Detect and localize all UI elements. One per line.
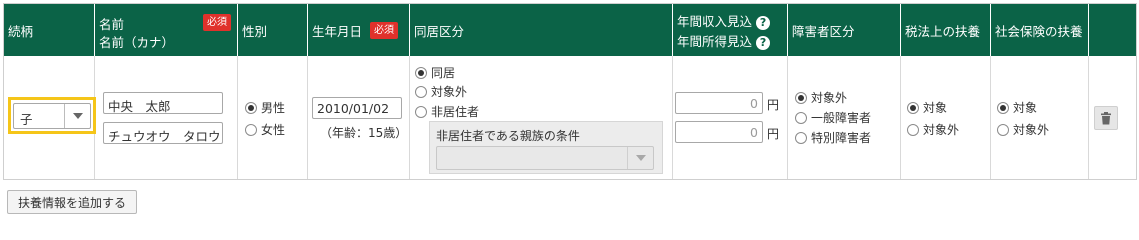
divider	[237, 56, 238, 179]
income-unit: 円	[767, 98, 780, 112]
header-gender-label: 性別	[242, 23, 268, 39]
cohabitation-option-not-applicable[interactable]: 対象外	[415, 83, 467, 100]
divider	[307, 56, 308, 179]
cohabitation-option-living-together[interactable]: 同居	[415, 64, 455, 81]
divider	[900, 56, 901, 179]
gender-option-label: 女性	[261, 123, 286, 137]
header-earnings-line: 年間所得見込?	[677, 31, 771, 50]
gender-option-male[interactable]: 男性	[245, 99, 285, 116]
cohabitation-option-label: 対象外	[431, 85, 468, 99]
header-kana-label: 名前（カナ）	[99, 35, 175, 50]
annual-earnings-input[interactable]: 0	[675, 121, 763, 143]
header-actions	[1089, 4, 1138, 56]
insurance-option-label: 対象外	[1013, 123, 1050, 137]
disability-option-label: 対象外	[811, 91, 848, 105]
nonresident-condition-select[interactable]	[436, 146, 654, 170]
dependents-table: 続柄 名前 必須 名前（カナ） 性別 生年月日 必須 同居区分 年間収入見込? …	[3, 3, 1137, 180]
header-income-label: 年間収入見込	[677, 14, 753, 29]
birthdate-input[interactable]: 2010/01/02	[312, 97, 402, 119]
radio-selected-icon	[415, 66, 427, 79]
radio-icon	[415, 105, 427, 118]
header-insurance-label: 社会保険の扶養	[995, 23, 1083, 39]
header-earnings-label: 年間所得見込	[677, 34, 753, 49]
divider	[990, 56, 991, 179]
tax-option-label: 対象外	[923, 123, 960, 137]
earnings-unit: 円	[767, 127, 780, 141]
divider	[672, 56, 673, 179]
header-income-line: 年間収入見込?	[677, 11, 771, 30]
chevron-down-icon	[627, 147, 653, 169]
tax-option-applicable[interactable]: 対象	[907, 99, 947, 116]
cohabitation-option-label: 同居	[431, 66, 456, 80]
divider	[409, 56, 410, 179]
cohabitation-option-nonresident[interactable]: 非居住者	[415, 103, 479, 120]
radio-icon	[415, 85, 427, 98]
tax-option-not-applicable[interactable]: 対象外	[907, 121, 959, 138]
required-badge: 必須	[370, 21, 399, 39]
disability-option-label: 特別障害者	[811, 131, 872, 145]
divider	[1088, 56, 1089, 179]
delete-row-button[interactable]	[1094, 106, 1118, 130]
disability-option-special[interactable]: 特別障害者	[795, 129, 871, 146]
radio-selected-icon	[997, 101, 1009, 114]
disability-option-none[interactable]: 対象外	[795, 89, 847, 106]
header-gender: 性別	[238, 4, 308, 56]
required-badge: 必須	[203, 14, 231, 31]
name-kana-input[interactable]: チュウオウ タロウ	[103, 122, 223, 144]
nonresident-condition-label: 非居住者である親族の条件	[436, 129, 580, 143]
add-dependent-button[interactable]: 扶養情報を追加する	[7, 190, 138, 214]
radio-selected-icon	[245, 101, 257, 114]
header-birthdate-label: 生年月日	[312, 23, 363, 39]
relation-select[interactable]: 子	[13, 103, 91, 129]
insurance-option-not-applicable[interactable]: 対象外	[997, 121, 1049, 138]
radio-icon	[997, 123, 1009, 136]
header-name: 名前 必須 名前（カナ）	[95, 4, 238, 56]
relation-value: 子	[20, 112, 33, 127]
header-relation-label: 続柄	[8, 23, 34, 39]
disability-option-label: 一般障害者	[811, 111, 872, 125]
header-name-label: 名前	[99, 17, 125, 32]
cohabitation-option-label: 非居住者	[431, 105, 480, 119]
annual-income-input[interactable]: 0	[675, 92, 763, 114]
divider	[787, 56, 788, 179]
nonresident-condition-panel: 非居住者である親族の条件	[429, 121, 663, 174]
gender-option-label: 男性	[261, 101, 286, 115]
gender-option-female[interactable]: 女性	[245, 121, 285, 138]
radio-icon	[795, 131, 807, 144]
name-input[interactable]: 中央 太郎	[103, 92, 223, 114]
tax-option-label: 対象	[923, 101, 948, 115]
trash-icon	[1101, 111, 1111, 124]
chevron-down-icon	[64, 104, 90, 128]
insurance-option-applicable[interactable]: 対象	[997, 99, 1037, 116]
header-income: 年間収入見込? 年間所得見込?	[673, 4, 788, 56]
header-disability-label: 障害者区分	[792, 23, 855, 39]
radio-icon	[245, 123, 257, 136]
header-disability: 障害者区分	[788, 4, 901, 56]
header-birthdate: 生年月日 必須	[308, 4, 410, 56]
header-relation: 続柄	[4, 4, 95, 56]
insurance-option-label: 対象	[1013, 101, 1038, 115]
help-icon[interactable]: ?	[756, 15, 771, 30]
help-icon[interactable]: ?	[756, 35, 771, 50]
header-insurance: 社会保険の扶養	[991, 4, 1089, 56]
age-text: （年齢：15歳）	[320, 126, 408, 140]
header-cohabitation: 同居区分	[410, 4, 673, 56]
radio-selected-icon	[907, 101, 919, 114]
radio-selected-icon	[795, 91, 807, 104]
header-cohabitation-label: 同居区分	[414, 23, 465, 39]
radio-icon	[795, 111, 807, 124]
header-tax: 税法上の扶養	[901, 4, 991, 56]
disability-option-general[interactable]: 一般障害者	[795, 109, 871, 126]
table-header: 続柄 名前 必須 名前（カナ） 性別 生年月日 必須 同居区分 年間収入見込? …	[4, 4, 1136, 56]
radio-icon	[907, 123, 919, 136]
header-tax-label: 税法上の扶養	[905, 23, 981, 39]
